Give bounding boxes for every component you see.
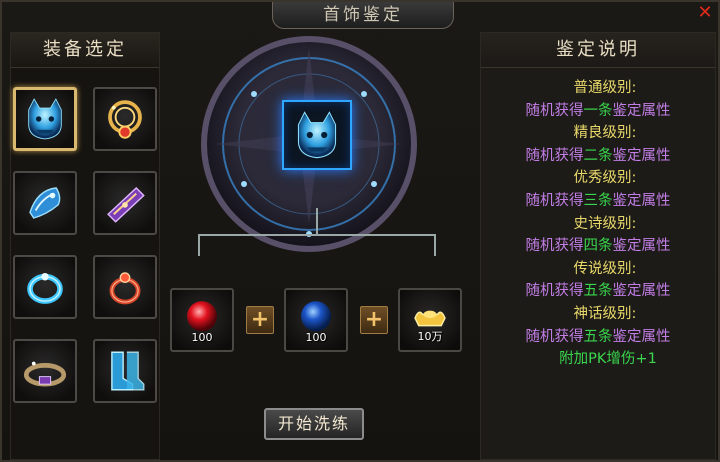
level-name: 精良级别: <box>573 125 637 142</box>
material-connector <box>198 234 436 256</box>
desc-count: 五条 <box>583 328 613 345</box>
identify-info-header: 鉴定说明 <box>481 33 715 68</box>
desc-pre: 随机获得 <box>525 283 584 300</box>
desc-count: 五条 <box>583 283 613 300</box>
level-desc: 随机获得五条鉴定属性 <box>481 326 715 349</box>
desc-pre: 随机获得 <box>525 147 584 164</box>
blue-bracelet-icon <box>29 187 61 219</box>
desc-post: 鉴定属性 <box>612 328 671 345</box>
desc-pre: 随机获得 <box>525 102 584 119</box>
purple-bracelet-icon <box>107 187 145 223</box>
level-desc: 随机获得二条鉴定属性 <box>481 145 715 168</box>
equipment-slot-3[interactable] <box>13 171 77 235</box>
material-slot-2[interactable]: 100 <box>284 288 348 352</box>
plus-icon: + <box>360 306 388 334</box>
identify-rules: 普通级别: 随机获得一条鉴定属性 精良级别: 随机获得二条鉴定属性 优秀级别: … <box>481 77 715 371</box>
material-count: 10万 <box>417 330 443 343</box>
connector-stem <box>316 208 318 236</box>
level-name: 史诗级别: <box>573 215 637 232</box>
desc-pre: 随机获得 <box>525 238 584 255</box>
blue-wolf-helmet-icon <box>28 98 62 140</box>
material-slot-1[interactable]: 100 <box>170 288 234 352</box>
blue-wolf-helmet-icon <box>297 111 337 159</box>
desc-count: 二条 <box>583 147 613 164</box>
desc-count: 四条 <box>583 238 613 255</box>
blue-boots-icon <box>111 351 145 391</box>
equipment-slot-1[interactable] <box>13 87 77 151</box>
desc-pre: 随机获得 <box>525 192 584 209</box>
material-count: 100 <box>191 331 213 344</box>
equipment-slot-2[interactable] <box>93 87 157 151</box>
equipment-slot-4[interactable] <box>93 171 157 235</box>
level-desc: 随机获得一条鉴定属性 <box>481 100 715 123</box>
equipment-select-panel: 装备选定 <box>10 32 160 460</box>
target-item-slot[interactable] <box>282 100 352 170</box>
desc-count: 三条 <box>583 192 613 209</box>
level-name: 传说级别: <box>573 260 637 277</box>
level-name: 普通级别: <box>573 80 637 96</box>
material-count: 100 <box>305 331 327 344</box>
equipment-slot-6[interactable] <box>93 255 157 319</box>
identify-info-panel: 鉴定说明 普通级别: 随机获得一条鉴定属性 精良级别: 随机获得二条鉴定属性 优… <box>480 32 716 460</box>
desc-post: 鉴定属性 <box>612 192 671 209</box>
equipment-select-header: 装备选定 <box>11 33 159 68</box>
equipment-slot-5[interactable] <box>13 255 77 319</box>
desc-post: 鉴定属性 <box>612 147 671 164</box>
level-desc: 随机获得五条鉴定属性 <box>481 280 715 303</box>
material-slot-3[interactable]: 10万 <box>398 288 462 352</box>
desc-pre: 随机获得 <box>525 328 584 345</box>
desc-count: 一条 <box>583 102 613 119</box>
purple-belt-icon <box>23 361 67 387</box>
red-ring-icon <box>109 272 141 305</box>
level-name: 优秀级别: <box>573 170 637 187</box>
extra-bonus: 附加PK增伤+1 <box>559 351 657 368</box>
equipment-slot-8[interactable] <box>93 339 157 403</box>
plus-icon: + <box>246 306 274 334</box>
identify-window: 首饰鉴定 ✕ 装备选定 100 + 100 + 10万 开始洗练 鉴定说明 普通… <box>0 0 720 462</box>
title-plate: 首饰鉴定 <box>272 2 454 29</box>
level-desc: 随机获得四条鉴定属性 <box>481 235 715 258</box>
level-desc: 随机获得三条鉴定属性 <box>481 190 715 213</box>
equipment-slot-7[interactable] <box>13 339 77 403</box>
close-icon[interactable]: ✕ <box>696 4 714 22</box>
blue-ring-icon <box>27 272 63 304</box>
desc-post: 鉴定属性 <box>612 102 671 119</box>
desc-post: 鉴定属性 <box>612 283 671 300</box>
window-title: 首饰鉴定 <box>323 5 403 25</box>
level-name: 神话级别: <box>573 305 637 322</box>
gold-necklace-icon <box>108 100 142 139</box>
desc-post: 鉴定属性 <box>612 238 671 255</box>
start-refine-button[interactable]: 开始洗练 <box>264 408 364 440</box>
identify-area: 100 + 100 + 10万 开始洗练 <box>162 28 474 460</box>
